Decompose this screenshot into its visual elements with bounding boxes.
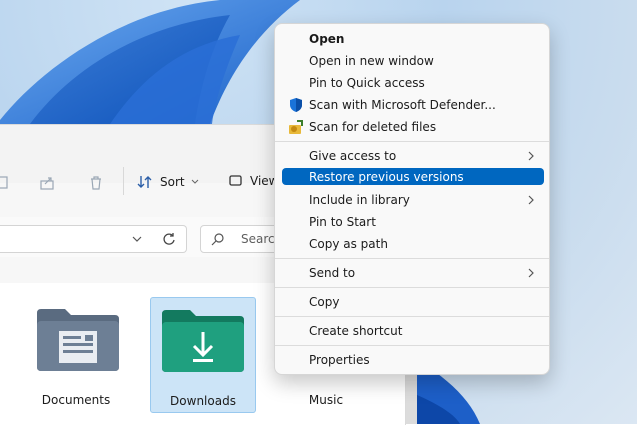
chevron-down-icon xyxy=(191,179,198,184)
folder-label: Downloads xyxy=(170,394,236,408)
menu-item-label: Open in new window xyxy=(309,54,434,68)
chevron-right-icon xyxy=(528,268,534,278)
menu-item-include-library[interactable]: Include in library xyxy=(282,190,544,210)
menu-item-label: Pin to Start xyxy=(309,215,376,229)
menu-separator xyxy=(275,141,549,142)
menu-item-label: Send to xyxy=(309,266,356,280)
chevron-down-icon[interactable] xyxy=(132,236,142,242)
menu-item-send-to[interactable]: Send to xyxy=(282,263,544,283)
recovery-icon xyxy=(289,120,303,134)
shield-icon xyxy=(290,98,302,112)
menu-item-label: Create shortcut xyxy=(309,324,403,338)
menu-item-scan-deleted[interactable]: Scan for deleted files xyxy=(282,117,544,137)
share-icon[interactable] xyxy=(35,173,59,193)
menu-item-label: Give access to xyxy=(309,149,397,163)
toolbar-separator xyxy=(123,167,124,195)
menu-item-properties[interactable]: Properties xyxy=(282,350,544,370)
address-bar[interactable] xyxy=(0,225,187,253)
delete-icon[interactable] xyxy=(84,173,108,193)
sort-button[interactable]: Sort xyxy=(136,174,199,190)
menu-item-label: Restore previous versions xyxy=(309,169,464,184)
menu-item-open[interactable]: Open xyxy=(282,29,544,49)
chevron-right-icon xyxy=(528,151,534,161)
menu-item-pin-quick-access[interactable]: Pin to Quick access xyxy=(282,73,544,93)
view-icon xyxy=(229,175,242,186)
menu-item-label: Properties xyxy=(309,353,370,367)
sort-icon xyxy=(137,176,152,188)
menu-item-scan-defender[interactable]: Scan with Microsoft Defender... xyxy=(282,95,544,115)
menu-item-restore-previous[interactable]: Restore previous versions xyxy=(282,168,544,185)
menu-item-label: Pin to Quick access xyxy=(309,76,425,90)
menu-separator xyxy=(275,345,549,346)
search-icon xyxy=(211,233,224,246)
refresh-icon[interactable] xyxy=(162,232,176,246)
menu-item-give-access[interactable]: Give access to xyxy=(282,146,544,166)
downloads-folder-icon xyxy=(162,310,244,372)
copy-icon[interactable] xyxy=(0,173,16,193)
menu-item-label: Include in library xyxy=(309,193,410,207)
chevron-right-icon xyxy=(528,195,534,205)
menu-separator xyxy=(275,316,549,317)
documents-folder-icon xyxy=(37,309,119,371)
folder-item-documents[interactable]: Documents xyxy=(24,297,128,411)
menu-item-copy[interactable]: Copy xyxy=(282,292,544,312)
menu-item-label: Copy as path xyxy=(309,237,388,251)
menu-item-create-shortcut[interactable]: Create shortcut xyxy=(282,321,544,341)
menu-separator xyxy=(275,258,549,259)
menu-item-pin-start[interactable]: Pin to Start xyxy=(282,212,544,232)
view-button[interactable]: View xyxy=(228,174,278,188)
folder-label: Documents xyxy=(41,393,111,407)
menu-item-open-new-window[interactable]: Open in new window xyxy=(282,51,544,71)
menu-item-copy-path[interactable]: Copy as path xyxy=(282,234,544,254)
menu-item-label: Scan with Microsoft Defender... xyxy=(309,98,496,112)
menu-item-label: Scan for deleted files xyxy=(309,120,437,134)
menu-item-label: Copy xyxy=(309,295,340,309)
folder-item-downloads[interactable]: Downloads xyxy=(150,297,256,413)
menu-separator xyxy=(275,287,549,288)
folder-label: Music xyxy=(308,393,344,407)
context-menu: Open Open in new window Pin to Quick acc… xyxy=(274,23,550,375)
menu-item-label: Open xyxy=(309,32,345,46)
sort-label: Sort xyxy=(160,175,185,189)
